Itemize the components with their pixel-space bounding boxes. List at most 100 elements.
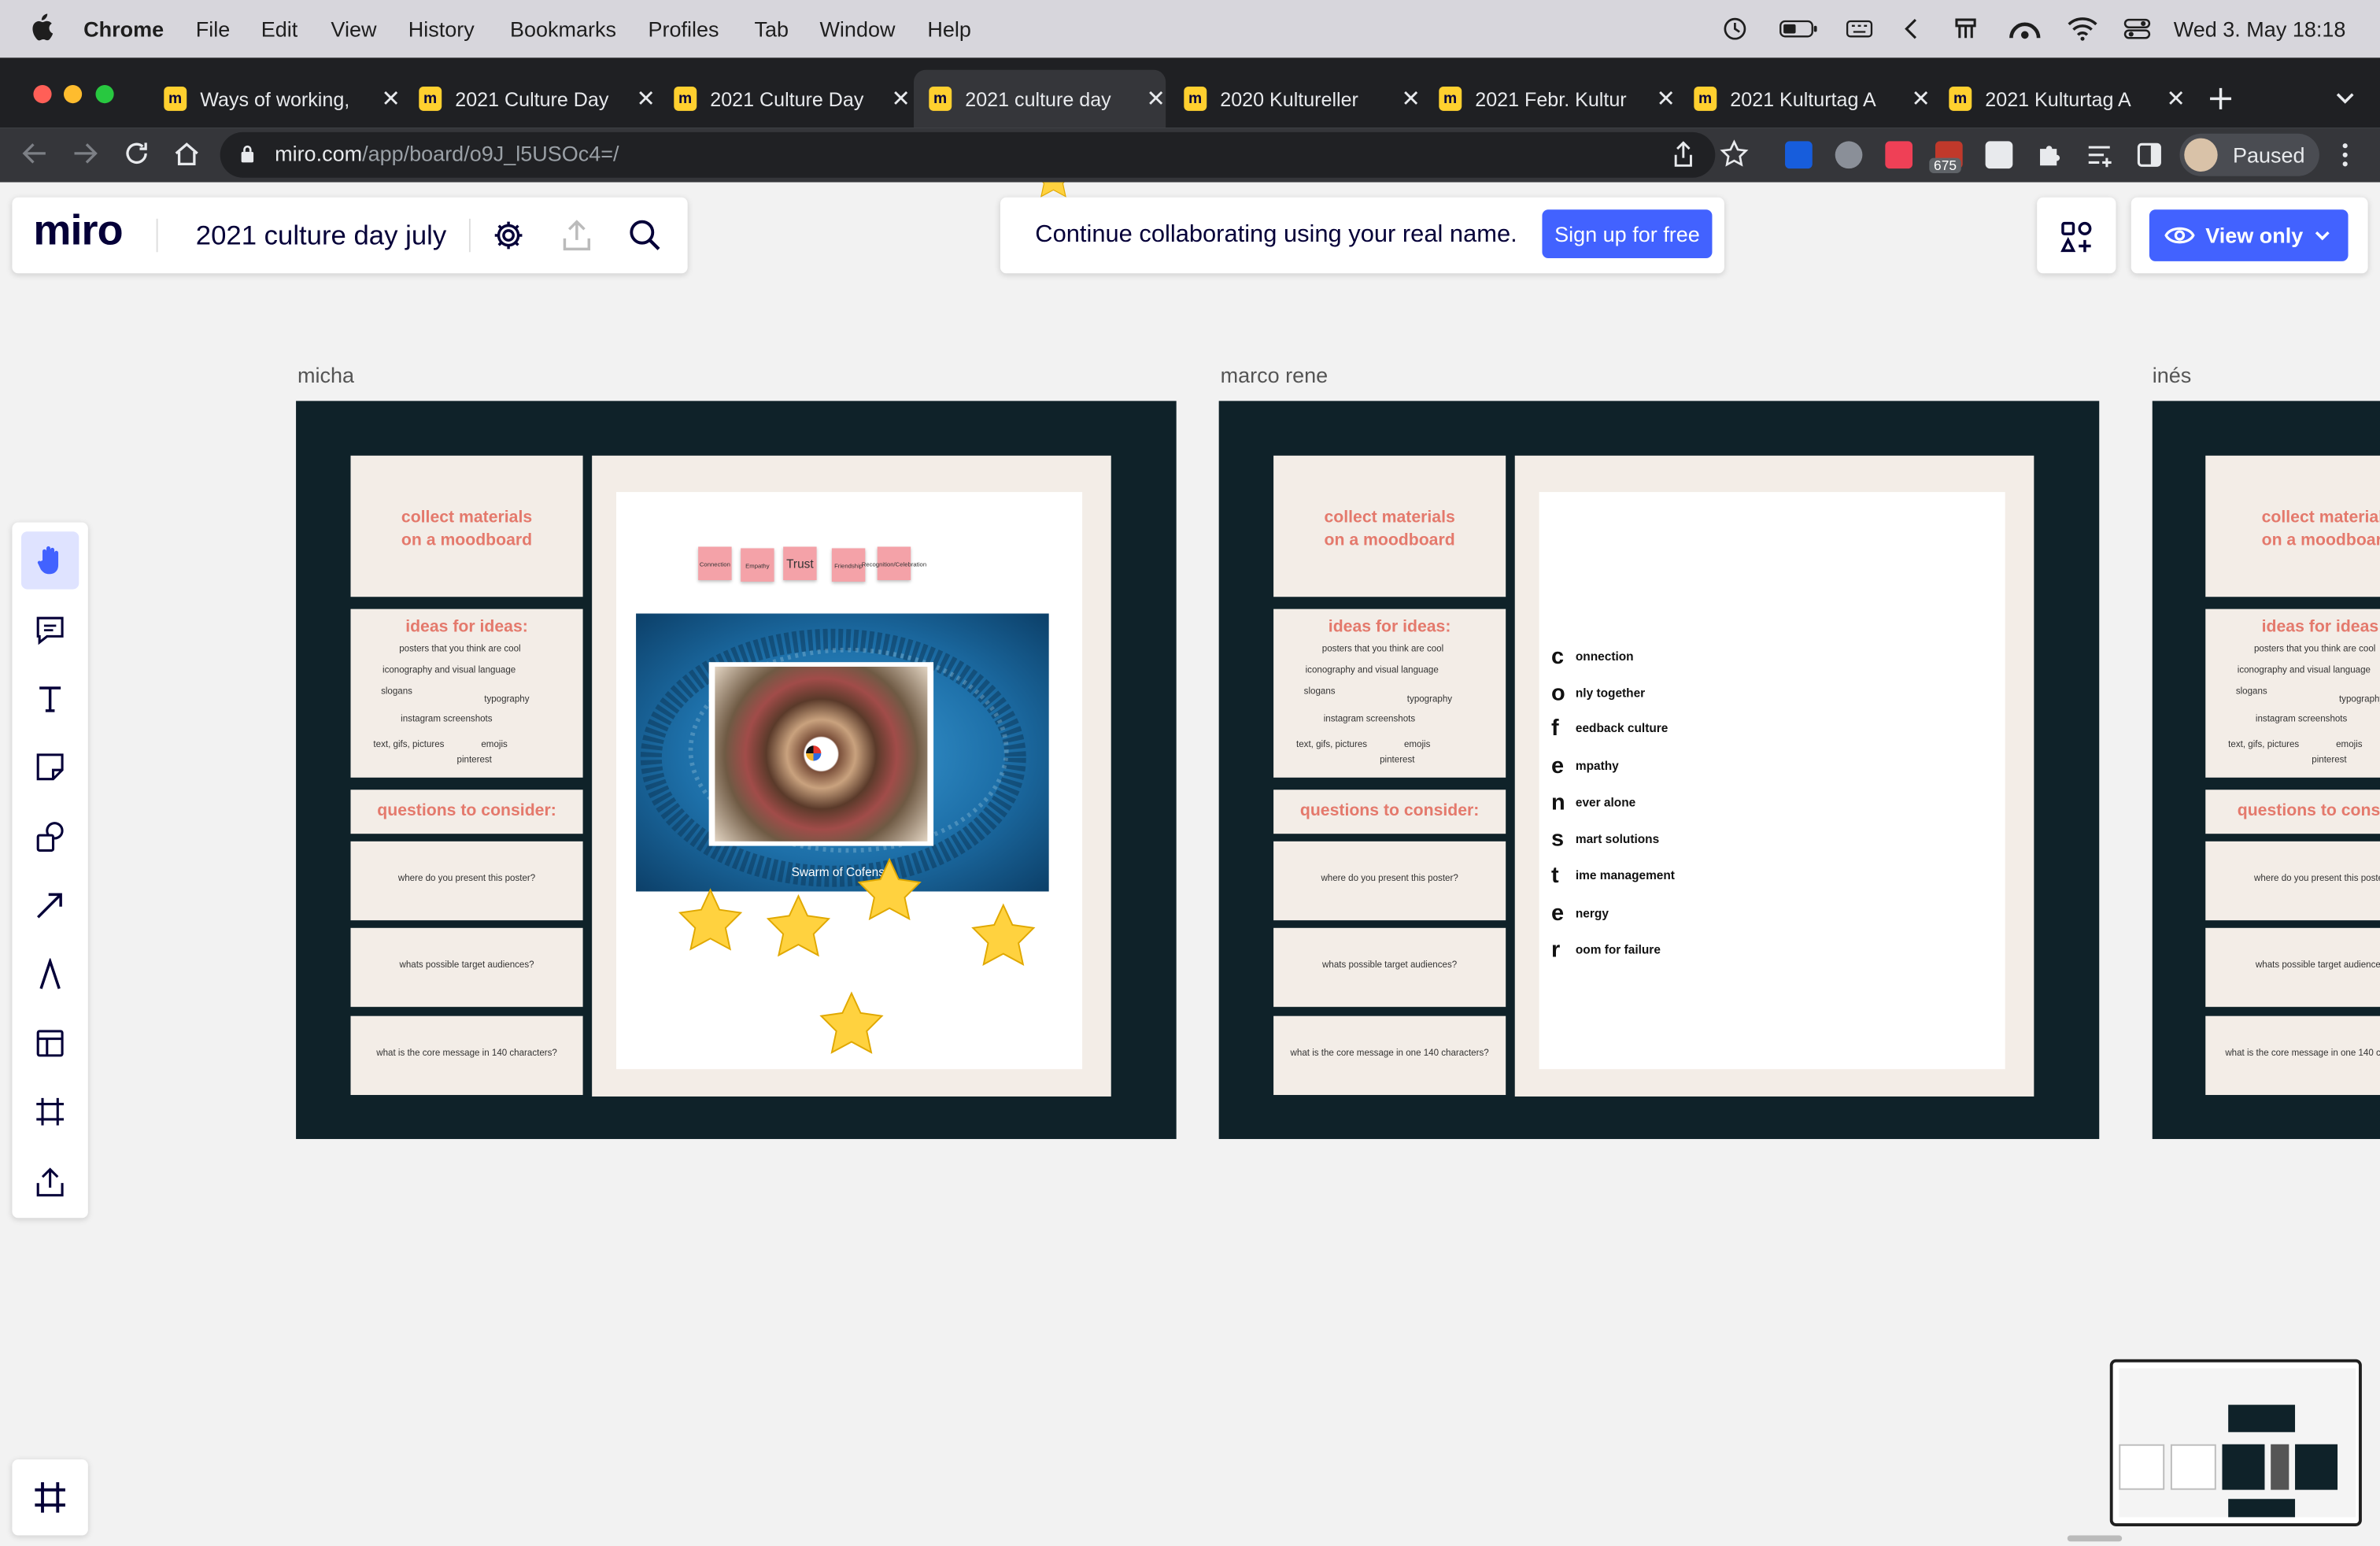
frame-label-marco-rene[interactable]: marco rene — [1221, 363, 1329, 387]
card-collect-materials[interactable]: collect materials on a moodboard — [2205, 455, 2380, 597]
card-questions-title[interactable]: questions to consider: — [1273, 790, 1506, 834]
card-collect-materials[interactable]: collect materials on a moodboard — [1273, 455, 1506, 597]
sticky-note[interactable]: Connection — [698, 546, 732, 580]
card-questions-title[interactable]: questions to consider: — [2205, 790, 2380, 834]
reload-icon[interactable] — [123, 139, 150, 167]
card-question[interactable]: what is the core message in one 140 char… — [2205, 1015, 2380, 1096]
pocket-extension-icon[interactable] — [1885, 141, 1913, 169]
menu-view[interactable]: View — [331, 17, 376, 41]
airdrop-icon[interactable] — [1952, 17, 1979, 41]
keyboard-icon[interactable] — [1846, 17, 1873, 41]
card-question[interactable]: where do you present this poster? — [1273, 841, 1506, 921]
reading-list-icon[interactable] — [2086, 141, 2113, 168]
browser-tab-3[interactable]: m 2021 Culture Day ✕ — [659, 70, 911, 128]
extension-icon[interactable] — [1985, 141, 2013, 169]
profile-paused-button[interactable]: Paused — [2179, 133, 2319, 176]
comment-tool[interactable] — [21, 601, 79, 659]
window-zoom-button[interactable] — [95, 85, 114, 104]
card-questions-title[interactable]: questions to consider: — [350, 790, 583, 834]
frame-label-micha[interactable]: micha — [298, 363, 354, 387]
sticky-note[interactable]: Trust — [783, 546, 817, 580]
menu-window[interactable]: Window — [819, 17, 895, 41]
sign-up-button[interactable]: Sign up for free — [1542, 209, 1713, 258]
sticky-note[interactable]: Empathy — [741, 548, 774, 582]
card-ideas[interactable]: ideas for ideas: posters that you think … — [2205, 608, 2380, 778]
control-center-icon[interactable] — [2123, 17, 2151, 41]
hand-tool[interactable] — [21, 531, 79, 590]
card-ideas[interactable]: ideas for ideas: posters that you think … — [350, 608, 583, 778]
tab-close-icon[interactable]: ✕ — [1146, 85, 1166, 113]
menu-tab[interactable]: Tab — [755, 17, 789, 41]
poster-canvas[interactable] — [1539, 492, 2005, 1070]
lock-icon[interactable] — [240, 144, 255, 164]
export-upload-icon[interactable] — [562, 219, 593, 252]
menu-profiles[interactable]: Profiles — [649, 17, 719, 41]
star-emoji[interactable] — [970, 902, 1037, 966]
time-machine-icon[interactable] — [1721, 17, 1749, 41]
menubar-clock[interactable]: Wed 3. May 18:18 — [2174, 17, 2346, 41]
star-emoji[interactable] — [856, 856, 923, 921]
tab-search-chevron-icon[interactable] — [2334, 90, 2356, 108]
browser-tab-7[interactable]: m 2021 Kulturtag A ✕ — [1679, 70, 1931, 128]
settings-gear-icon[interactable] — [492, 219, 525, 252]
pen-tool[interactable] — [21, 946, 79, 1004]
shapes-tool[interactable] — [21, 808, 79, 865]
menu-bookmarks[interactable]: Bookmarks — [510, 17, 616, 41]
board-title[interactable]: 2021 culture day july — [196, 220, 446, 253]
browser-tab-8[interactable]: m 2021 Kulturtag A ✕ — [1934, 70, 2186, 128]
star-emoji[interactable] — [677, 887, 744, 951]
star-emoji[interactable] — [819, 990, 885, 1054]
tab-close-icon[interactable]: ✕ — [1656, 85, 1676, 113]
share-icon[interactable] — [1671, 141, 1695, 168]
tab-close-icon[interactable]: ✕ — [1911, 85, 1931, 113]
kebab-menu-icon[interactable] — [2338, 141, 2352, 168]
browser-tab-2[interactable]: m 2021 Culture Day ✕ — [404, 70, 656, 128]
view-only-button[interactable]: View only — [2149, 209, 2349, 261]
menu-edit[interactable]: Edit — [261, 17, 298, 41]
connection-line-tool[interactable] — [21, 876, 79, 934]
card-question[interactable]: where do you present this poster? — [2205, 841, 2380, 921]
new-tab-plus-icon[interactable] — [2208, 87, 2233, 111]
wifi-icon[interactable] — [2068, 17, 2098, 41]
upload-tool[interactable] — [21, 1152, 79, 1210]
tab-close-icon[interactable]: ✕ — [891, 85, 911, 113]
url-text[interactable]: miro.com/app/board/o9J_l5USOc4=/ — [275, 141, 619, 165]
fish-swarm-image[interactable]: Swarm of Cofensis — [636, 613, 1049, 892]
window-close-button[interactable] — [33, 85, 52, 104]
card-question[interactable]: whats possible target audiences? — [1273, 927, 1506, 1008]
star-emoji[interactable] — [765, 893, 832, 957]
menu-history[interactable]: History — [408, 17, 475, 41]
card-question[interactable]: where do you present this poster? — [350, 841, 583, 921]
frame-label-ines[interactable]: inés — [2153, 363, 2192, 387]
miro-logo[interactable]: miro — [33, 206, 123, 255]
battery-icon[interactable] — [1779, 17, 1818, 41]
chevron-left-icon[interactable] — [1903, 17, 1918, 41]
frames-list-button[interactable] — [12, 1459, 88, 1536]
browser-tab-5[interactable]: m 2020 Kultureller ✕ — [1169, 70, 1421, 128]
text-tool[interactable] — [21, 670, 79, 727]
card-ideas[interactable]: ideas for ideas: posters that you think … — [1273, 608, 1506, 778]
window-minimize-button[interactable] — [64, 85, 83, 104]
bitwarden-extension-icon[interactable] — [1785, 141, 1813, 169]
browser-tab-6[interactable]: m 2021 Febr. Kultur ✕ — [1424, 70, 1676, 128]
sticky-note[interactable]: Recognition/Celebration — [862, 546, 926, 580]
forward-arrow-icon[interactable] — [72, 141, 99, 165]
tab-close-icon[interactable]: ✕ — [636, 85, 656, 113]
apps-panel[interactable] — [2037, 197, 2116, 274]
sticky-note-tool[interactable] — [21, 738, 79, 796]
card-question[interactable]: whats possible target audiences? — [350, 927, 583, 1008]
card-question[interactable]: whats possible target audiences? — [2205, 927, 2380, 1008]
back-arrow-icon[interactable] — [21, 141, 49, 165]
tab-close-icon[interactable]: ✕ — [381, 85, 401, 113]
card-collect-materials[interactable]: collect materials on a moodboard — [350, 455, 583, 597]
add-apps-icon[interactable] — [2060, 220, 2093, 253]
side-panel-icon[interactable] — [2136, 141, 2164, 168]
card-question[interactable]: what is the core message in 140 characte… — [350, 1015, 583, 1096]
extension-icon[interactable] — [1835, 141, 1863, 169]
tab-close-icon[interactable]: ✕ — [1401, 85, 1421, 113]
horizontal-scrollbar[interactable] — [2067, 1535, 2123, 1542]
miro-board-canvas[interactable]: miro 2021 culture day july Continue coll… — [0, 182, 2380, 1546]
apple-icon[interactable] — [29, 13, 54, 41]
menu-file[interactable]: File — [196, 17, 231, 41]
menu-app-name[interactable]: Chrome — [83, 17, 164, 41]
